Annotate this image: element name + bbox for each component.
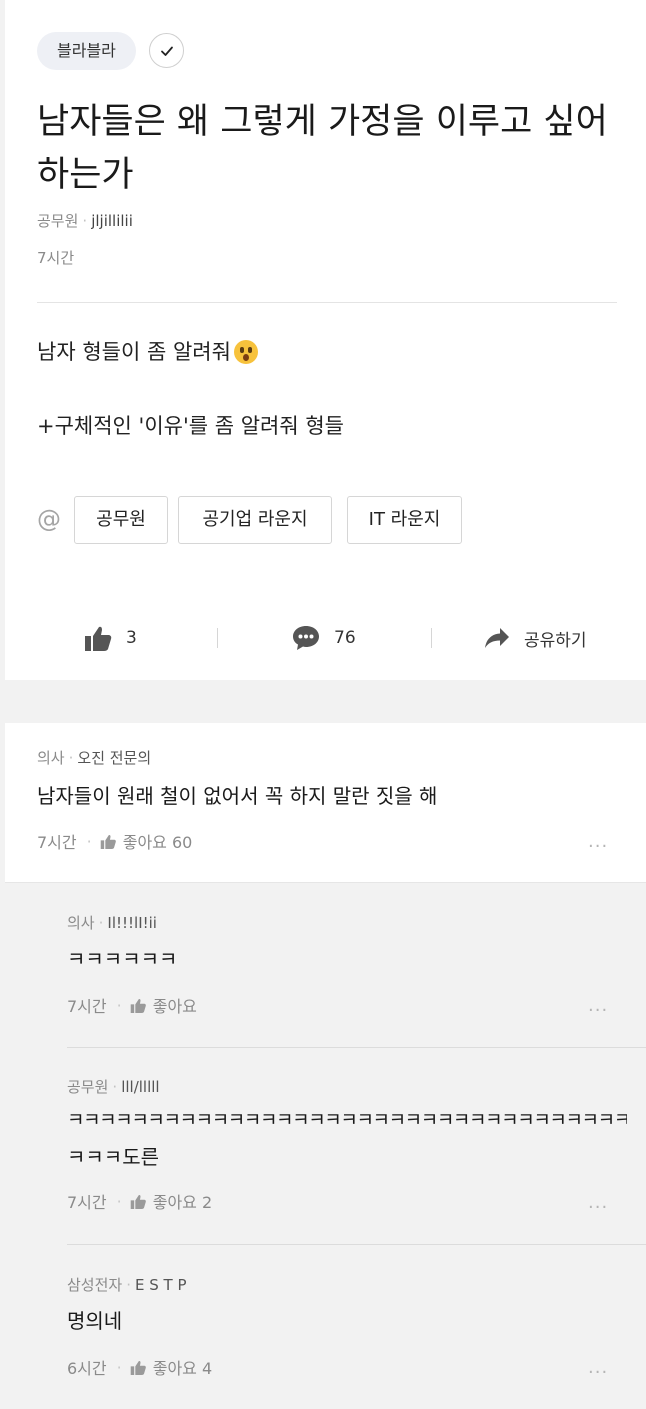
like-count: 3 xyxy=(126,628,137,648)
like-button[interactable]: 3 xyxy=(85,620,137,656)
thumbs-up-icon xyxy=(130,998,146,1013)
author-nickname: jljillilii xyxy=(91,212,133,230)
reply-company: 공무원 xyxy=(67,1078,109,1096)
post-author[interactable]: 공무원 · jljillilii xyxy=(37,210,133,231)
reply-time: 7시간 xyxy=(67,997,107,1016)
share-arrow-icon xyxy=(485,628,509,648)
tag-public-corp-lounge[interactable]: 공기업 라운지 xyxy=(178,496,332,544)
separator-dot: · xyxy=(98,914,104,932)
reply-company: 삼성전자 xyxy=(67,1276,123,1294)
more-options-icon[interactable]: ... xyxy=(588,995,608,1016)
separator-dot: · xyxy=(86,831,92,851)
divider xyxy=(37,302,617,303)
separator-dot: · xyxy=(116,995,122,1015)
reply-time: 7시간 xyxy=(67,1193,107,1212)
more-options-icon[interactable]: ... xyxy=(588,1192,608,1213)
separator-dot: · xyxy=(112,1078,118,1096)
share-button[interactable]: 공유하기 xyxy=(484,620,587,656)
separator-dot: · xyxy=(126,1276,131,1294)
reply-list: 의사 · Il!!!lI!ii ㅋㅋㅋㅋㅋㅋ 7시간 · 좋아요 ... 공무원 · l… xyxy=(5,883,646,1409)
separator-dot: · xyxy=(82,212,88,230)
reply-nickname: lll/lllll xyxy=(121,1078,160,1096)
post-title: 남자들은 왜 그렇게 가정을 이루고 싶어 하는가 xyxy=(37,102,608,195)
comment-count: 76 xyxy=(334,628,356,648)
reply-like[interactable]: 좋아요 xyxy=(153,993,197,1017)
reply-company: 의사 xyxy=(67,914,95,932)
post-actions: 3 76 공유하기 xyxy=(5,620,646,656)
reply-text-continued: ㅋㅋㅋ도른 xyxy=(67,1145,159,1169)
comment-text: 남자들이 원래 철이 없어서 꼭 하지 말란 짓을 해 xyxy=(37,784,438,808)
reply-footer: 7시간 · 좋아요 2 xyxy=(67,1189,212,1213)
comment-author[interactable]: 의사 · 오진 전문의 xyxy=(37,747,151,768)
comment-button[interactable]: 76 xyxy=(292,620,356,656)
mention-icon: @ xyxy=(37,505,61,533)
comment-nickname: 오진 전문의 xyxy=(77,749,152,767)
separator-dot: · xyxy=(116,1357,122,1377)
speech-bubble-icon xyxy=(293,626,319,650)
comment-time: 7시간 xyxy=(37,833,77,852)
body-text: 남자 형들이 좀 알려줘 xyxy=(37,340,231,364)
thumbs-up-icon xyxy=(130,1360,146,1375)
comment-footer: 7시간 · 좋아요 60 xyxy=(37,829,192,853)
reply-author[interactable]: 삼성전자 · E S T P xyxy=(67,1274,187,1295)
more-options-icon[interactable]: ... xyxy=(588,831,608,852)
thumbs-up-icon xyxy=(85,626,112,651)
reply-item: 의사 · Il!!!lI!ii ㅋㅋㅋㅋㅋㅋ 7시간 · 좋아요 ... xyxy=(67,883,646,1047)
comment-like[interactable]: 좋아요 60 xyxy=(123,829,193,853)
tag-gongmuwon[interactable]: 공무원 xyxy=(74,496,168,544)
action-separator xyxy=(217,628,218,648)
post-card: 블라블라 남자들은 왜 그렇게 가정을 이루고 싶어 하는가 공무원 · jljil… xyxy=(5,0,646,680)
author-company: 공무원 xyxy=(37,212,79,230)
reply-nickname: Il!!!lI!ii xyxy=(107,914,157,932)
comment-item: 의사 · 오진 전문의 남자들이 원래 철이 없어서 꼭 하지 말란 짓을 해 7시… xyxy=(5,723,646,882)
separator-dot: · xyxy=(68,749,74,767)
post-body-line2: +구체적인 '이유'를 좀 알려줘 형들 xyxy=(37,414,345,438)
thumbs-up-icon xyxy=(100,834,116,849)
reply-footer: 7시간 · 좋아요 xyxy=(67,993,197,1017)
astonished-face-icon xyxy=(233,340,258,364)
more-options-icon[interactable]: ... xyxy=(588,1357,608,1378)
reply-like[interactable]: 좋아요 4 xyxy=(153,1355,212,1379)
action-separator xyxy=(431,628,432,648)
tag-it-lounge[interactable]: IT 라운지 xyxy=(347,496,462,544)
separator-dot: · xyxy=(116,1191,122,1211)
share-label: 공유하기 xyxy=(524,630,587,651)
thumbs-up-icon xyxy=(130,1194,146,1209)
reply-footer: 6시간 · 좋아요 4 xyxy=(67,1355,212,1379)
reply-author[interactable]: 의사 · Il!!!lI!ii xyxy=(67,912,157,933)
channel-chip[interactable]: 블라블라 xyxy=(37,32,136,70)
reply-item: 공무원 · lll/lllll ㅋㅋㅋㅋㅋㅋㅋㅋㅋㅋㅋㅋㅋㅋㅋㅋㅋㅋㅋㅋㅋㅋㅋㅋㅋㅋ… xyxy=(67,1048,646,1244)
reply-time: 6시간 xyxy=(67,1359,107,1378)
post-time: 7시간 xyxy=(37,249,75,267)
post-body-line1: 남자 형들이 좀 알려줘 xyxy=(37,336,258,366)
reply-item: 삼성전자 · E S T P 명의네 6시간 · 좋아요 4 ... xyxy=(67,1245,646,1409)
comment-company: 의사 xyxy=(37,749,65,767)
reply-text: ㅋㅋㅋㅋㅋㅋ xyxy=(67,947,178,971)
reply-author[interactable]: 공무원 · lll/lllll xyxy=(67,1076,160,1097)
reply-text: ㅋㅋㅋㅋㅋㅋㅋㅋㅋㅋㅋㅋㅋㅋㅋㅋㅋㅋㅋㅋㅋㅋㅋㅋㅋㅋㅋㅋㅋㅋㅋㅋㅋㅋㅋ xyxy=(67,1109,627,1131)
reply-text: 명의네 xyxy=(67,1309,123,1333)
reply-like[interactable]: 좋아요 2 xyxy=(153,1189,212,1213)
check-icon[interactable] xyxy=(149,33,184,68)
reply-nickname: E S T P xyxy=(134,1276,187,1294)
